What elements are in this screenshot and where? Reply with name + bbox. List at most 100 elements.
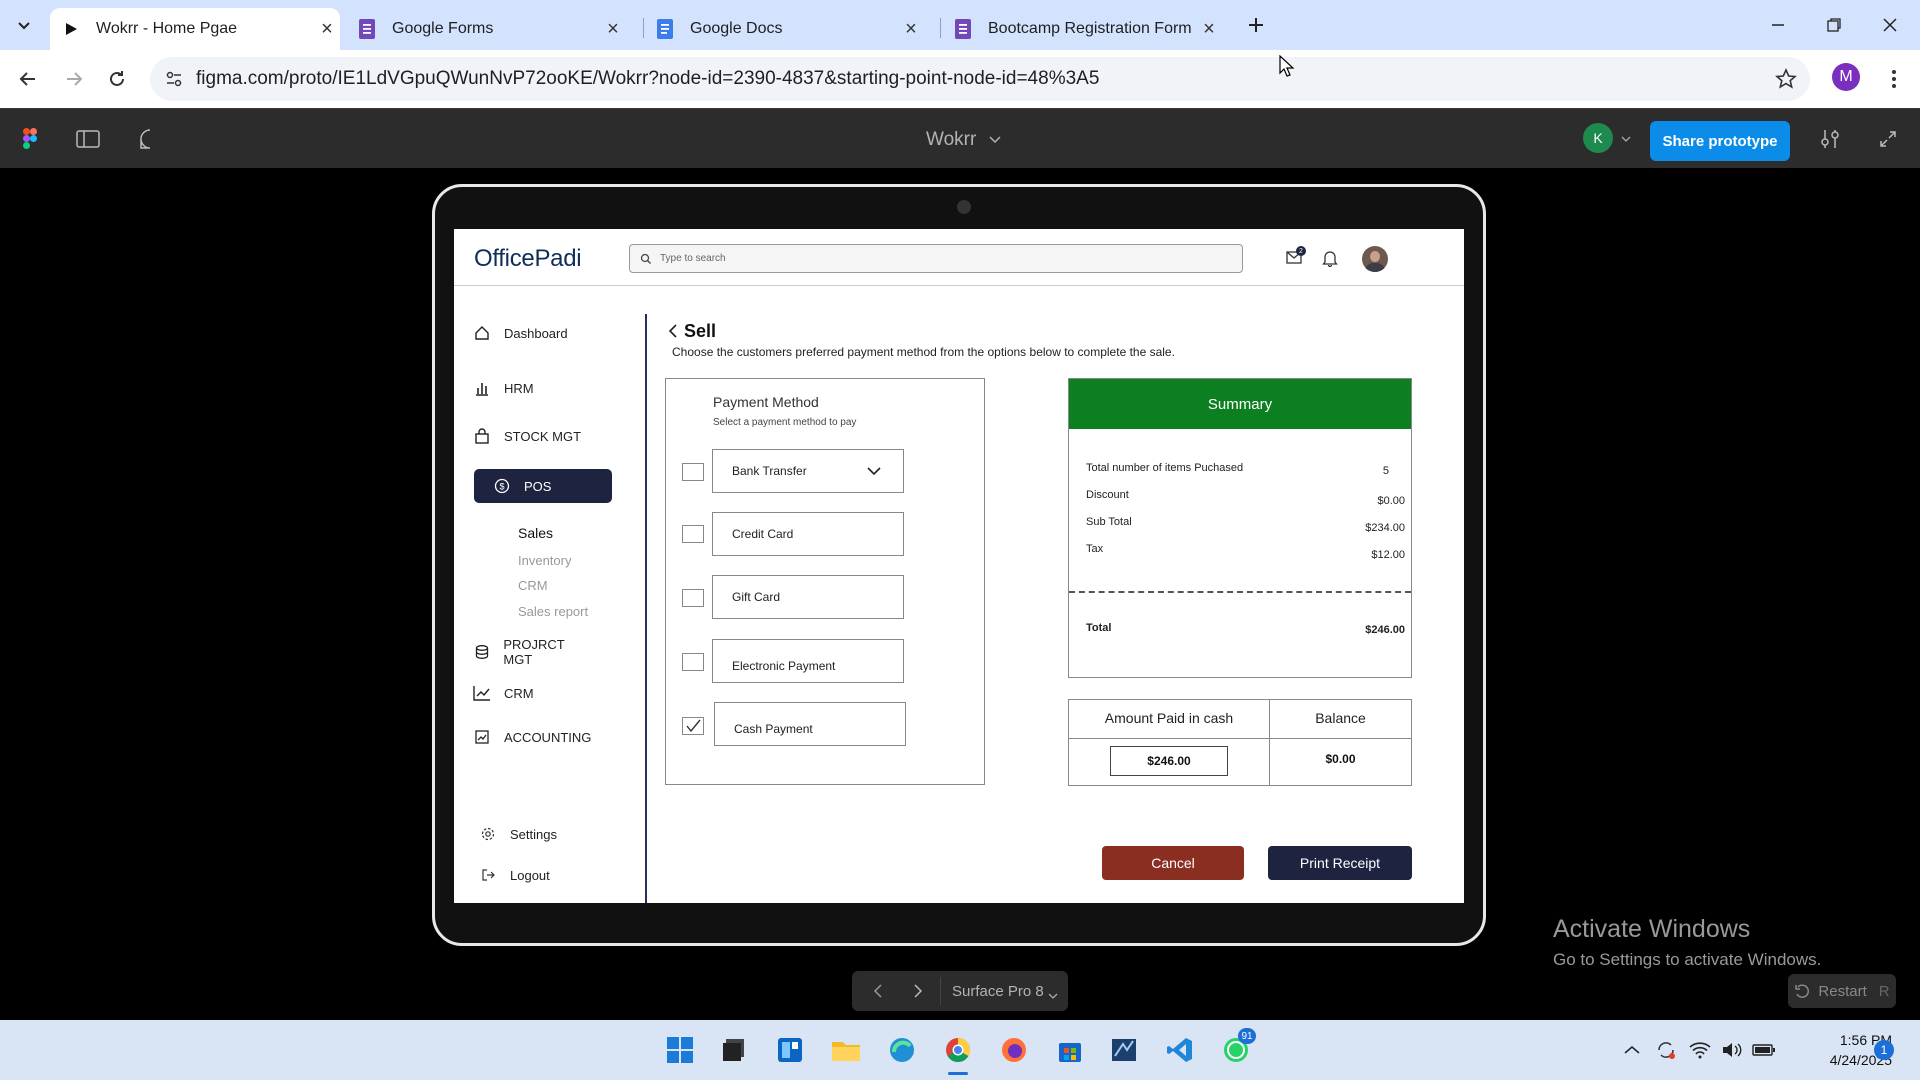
vscode-icon[interactable] <box>1162 1032 1198 1068</box>
balance-value: $0.00 <box>1325 752 1356 766</box>
officepadi-logo[interactable]: OfficePadi <box>474 245 582 273</box>
restore-icon[interactable] <box>1818 9 1850 41</box>
user-avatar[interactable]: K <box>1583 123 1613 153</box>
volume-icon[interactable] <box>1718 1032 1746 1068</box>
microsoft-store-icon[interactable] <box>1052 1032 1088 1068</box>
prototype-name[interactable]: Wokrr <box>926 129 1002 151</box>
restart-button[interactable]: Restart R <box>1788 974 1896 1008</box>
user-avatar[interactable] <box>1362 246 1388 272</box>
widgets-icon[interactable] <box>772 1032 808 1068</box>
option-cash-payment[interactable]: Cash Payment <box>714 702 906 746</box>
sidebar-sub-sales[interactable]: Sales <box>518 525 553 541</box>
checkbox-cash-payment[interactable] <box>682 717 704 735</box>
sidebar-panel-icon[interactable] <box>72 123 104 155</box>
next-frame-icon[interactable] <box>902 975 934 1007</box>
payment-method-title: Payment Method <box>713 394 819 410</box>
sidebar-sub-sales-report[interactable]: Sales report <box>518 604 588 619</box>
option-electronic-payment[interactable]: Electronic Payment <box>712 639 904 683</box>
close-window-icon[interactable] <box>1874 9 1906 41</box>
windows-start-icon[interactable] <box>662 1032 698 1068</box>
sidebar-item-accounting[interactable]: ACCOUNTING <box>454 720 594 754</box>
fullscreen-icon[interactable] <box>1872 123 1904 155</box>
sidebar-item-stock[interactable]: STOCK MGT <box>454 419 594 453</box>
windows-taskbar: 91 1:56 PM 4/24/2025 1 <box>0 1020 1920 1080</box>
amount-paid-input[interactable]: $246.00 <box>1110 746 1228 776</box>
battery-icon[interactable] <box>1750 1032 1778 1068</box>
ssms-icon[interactable] <box>1106 1032 1142 1068</box>
device-selector[interactable]: Surface Pro 8 <box>952 983 1044 1000</box>
bell-icon[interactable] <box>1322 249 1338 272</box>
sidebar-item-dashboard[interactable]: Dashboard <box>454 316 594 350</box>
sidebar-item-pos[interactable]: $ POS <box>474 469 612 503</box>
close-tab-icon[interactable]: × <box>898 16 924 42</box>
whatsapp-icon[interactable]: 91 <box>1218 1028 1256 1068</box>
tab-google-docs[interactable]: Google Docs × <box>654 8 924 50</box>
option-credit-card[interactable]: Credit Card <box>712 512 904 556</box>
profile-avatar[interactable]: M <box>1832 63 1860 91</box>
subtotal-label: Sub Total <box>1086 516 1132 528</box>
sidebar-item-logout[interactable]: Logout <box>460 858 600 892</box>
sidebar-sub-crm[interactable]: CRM <box>518 578 548 593</box>
prototype-nav-controls: Surface Pro 8 <box>852 971 1068 1011</box>
forward-arrow-icon[interactable] <box>58 63 90 95</box>
checkbox-gift-card[interactable] <box>682 589 704 607</box>
sidebar-item-crm[interactable]: CRM <box>454 676 594 710</box>
firefox-icon[interactable] <box>996 1032 1032 1068</box>
figma-logo-icon[interactable] <box>14 123 46 155</box>
tax-label: Tax <box>1086 543 1104 555</box>
cancel-button[interactable]: Cancel <box>1102 846 1244 880</box>
print-receipt-button[interactable]: Print Receipt <box>1268 846 1412 880</box>
avatar-face <box>1370 251 1380 262</box>
chrome-icon[interactable] <box>940 1032 976 1075</box>
sidebar-item-hrm[interactable]: HRM <box>454 371 594 405</box>
wifi-icon[interactable] <box>1686 1032 1714 1068</box>
edge-browser-icon[interactable] <box>884 1032 920 1068</box>
logo-o: O <box>474 245 493 272</box>
checkmark-icon <box>686 719 701 733</box>
minimize-icon[interactable] <box>1762 9 1794 41</box>
chevron-up-icon[interactable] <box>1620 1032 1644 1068</box>
new-tab-plus-icon[interactable] <box>1240 9 1272 41</box>
file-explorer-icon[interactable] <box>828 1032 864 1068</box>
checkbox-bank-transfer[interactable] <box>682 463 704 481</box>
checkbox-electronic-payment[interactable] <box>682 653 704 671</box>
browser-menu-icon[interactable] <box>1878 63 1910 95</box>
site-info-icon[interactable] <box>158 63 190 95</box>
search-icon <box>640 252 652 270</box>
option-gift-card[interactable]: Gift Card <box>712 575 904 619</box>
app-screen: OfficePadi Type to search 2 Dashboard HR… <box>454 229 1464 903</box>
bookmark-star-icon[interactable] <box>1770 63 1802 95</box>
sidebar-item-settings[interactable]: Settings <box>460 817 600 851</box>
chevron-down-icon[interactable] <box>1616 123 1636 155</box>
back-arrow-icon[interactable] <box>12 63 44 95</box>
tab-google-forms[interactable]: Google Forms × <box>356 8 626 50</box>
sync-icon[interactable] <box>1652 1032 1680 1068</box>
checkbox-credit-card[interactable] <box>682 525 704 543</box>
share-prototype-button[interactable]: Share prototype <box>1650 121 1790 161</box>
task-view-icon[interactable] <box>716 1032 752 1068</box>
option-bank-transfer[interactable]: Bank Transfer <box>712 449 904 493</box>
tab-bootcamp-form[interactable]: Bootcamp Registration Form - G × <box>952 8 1222 50</box>
option-label: Electronic Payment <box>732 659 836 673</box>
close-tab-icon[interactable]: × <box>600 16 626 42</box>
url-text[interactable]: figma.com/proto/IE1LdVGpuQWunNvP72ooKE/W… <box>196 68 1099 90</box>
settings-sliders-icon[interactable] <box>1814 123 1846 155</box>
reload-icon[interactable] <box>101 63 133 95</box>
discount-value: $0.00 <box>1377 495 1405 507</box>
sidebar-item-project[interactable]: PROJRCT MGT <box>454 635 594 669</box>
comment-icon[interactable] <box>134 123 166 155</box>
tab-wokrr[interactable]: Wokrr - Home Pgae × <box>50 8 340 50</box>
close-tab-icon[interactable]: × <box>1196 16 1222 42</box>
search-input[interactable]: Type to search <box>629 244 1243 273</box>
discount-label: Discount <box>1086 489 1129 501</box>
back-chevron-icon[interactable] <box>668 324 678 343</box>
notification-badge[interactable]: 1 <box>1874 1040 1894 1060</box>
google-forms-icon <box>356 18 378 40</box>
close-tab-icon[interactable]: × <box>314 16 340 42</box>
previous-frame-icon[interactable] <box>862 975 894 1007</box>
subtotal-value: $234.00 <box>1365 522 1405 534</box>
omnibox[interactable]: figma.com/proto/IE1LdVGpuQWunNvP72ooKE/W… <box>150 57 1810 101</box>
sidebar-sub-inventory[interactable]: Inventory <box>518 553 571 568</box>
tab-search-chevron-icon[interactable] <box>8 9 40 41</box>
mail-icon[interactable]: 2 <box>1286 246 1306 270</box>
